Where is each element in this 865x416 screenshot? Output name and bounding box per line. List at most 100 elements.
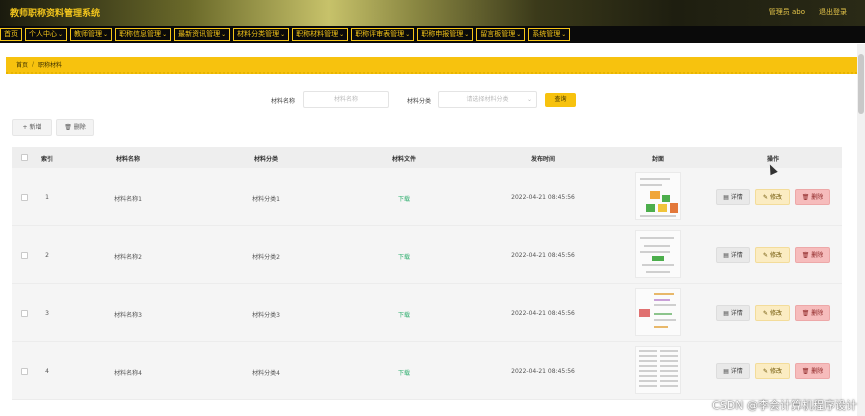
nav-label: 教师管理	[74, 30, 103, 38]
edit-button[interactable]: ✎ 修改	[755, 189, 790, 205]
table-row: 1 材料名称1 材料分类1 下载 2022-04-21 08:45:56 ▤ 详…	[12, 168, 842, 226]
row-time: 2022-04-21 08:45:56	[511, 252, 575, 259]
material-category-select[interactable]: 请选择材料分类 ⌄	[438, 91, 537, 108]
detail-button[interactable]: ▤ 详情	[716, 189, 750, 205]
material-name-label: 材料名称	[271, 98, 296, 105]
breadcrumb-current: 职称材料	[38, 62, 63, 69]
breadcrumb-home[interactable]: 首页	[16, 60, 28, 69]
download-link[interactable]: 下载	[398, 194, 410, 203]
cover-thumbnail[interactable]	[635, 172, 681, 220]
nav-item-material-category[interactable]: 材料分类管理 ⌄	[233, 28, 290, 41]
materials-table: 索引 材料名称 材料分类 材料文件 发布时间 封面 操作 1 材料名称1 材料分…	[12, 147, 842, 400]
row-checkbox[interactable]	[21, 310, 28, 317]
nav-item-home[interactable]: 首页	[0, 28, 22, 41]
edit-button[interactable]: ✎ 修改	[755, 247, 790, 263]
table-header: 索引 材料名称 材料分类 材料文件 发布时间 封面 操作	[12, 147, 842, 168]
row-checkbox[interactable]	[21, 368, 28, 375]
table-row: 3 材料名称3 材料分类3 下载 2022-04-21 08:45:56 ▤ 详…	[12, 284, 842, 342]
delete-button[interactable]: 🗑 删除	[795, 247, 830, 263]
chevron-down-icon: ⌄	[464, 31, 470, 38]
select-all-checkbox[interactable]	[21, 154, 28, 161]
add-button[interactable]: + 新增	[12, 119, 52, 136]
chevron-down-icon: ⌄	[280, 31, 286, 38]
app-title: 教师职称资料管理系统	[10, 9, 101, 19]
row-name: 材料名称2	[114, 254, 142, 261]
header-cover: 封面	[651, 156, 665, 163]
chevron-down-icon: ⌄	[162, 31, 168, 38]
row-category: 材料分类2	[252, 254, 280, 261]
row-index: 4	[45, 368, 49, 375]
row-checkbox[interactable]	[21, 252, 28, 259]
bulk-delete-button[interactable]: 🗑 删除	[56, 119, 94, 136]
breadcrumb: 首页 / 职称材料	[6, 57, 861, 74]
download-link[interactable]: 下载	[398, 310, 410, 319]
nav-label: 个人中心	[29, 30, 57, 38]
row-category: 材料分类4	[252, 370, 280, 377]
cover-thumbnail[interactable]	[635, 230, 681, 278]
row-name: 材料名称3	[114, 312, 142, 319]
main-nav: 首页 个人中心 ⌄ 教师管理 ⌄ 职称信息管理 ⌄ 最新资讯管理 ⌄ 材料分类管理 ⌄ 职…	[0, 26, 865, 43]
header-file: 材料文件	[391, 156, 417, 163]
row-name: 材料名称1	[114, 196, 142, 203]
edit-button[interactable]: ✎ 修改	[755, 363, 790, 379]
nav-item-review-form[interactable]: 职称评审表管理 ⌄	[351, 28, 415, 41]
nav-item-system[interactable]: 系统管理 ⌄	[528, 28, 571, 41]
table-row: 4 材料名称4 材料分类4 下载 2022-04-21 08:45:56 ▤ 详…	[12, 342, 842, 400]
header-time: 发布时间	[530, 156, 556, 163]
delete-button[interactable]: 🗑 删除	[795, 305, 830, 321]
cover-thumbnail[interactable]	[635, 346, 681, 394]
query-button[interactable]: 查询	[545, 93, 576, 107]
row-index: 1	[45, 194, 49, 201]
nav-item-teachers[interactable]: 教师管理 ⌄	[70, 28, 113, 41]
header-name: 材料名称	[115, 156, 141, 163]
detail-button[interactable]: ▤ 详情	[716, 305, 750, 321]
chevron-down-icon: ⌄	[516, 31, 522, 38]
row-index: 2	[45, 252, 49, 259]
material-name-input[interactable]: 材料名称	[303, 91, 389, 108]
nav-item-title-info[interactable]: 职称信息管理 ⌄	[115, 28, 172, 41]
chevron-down-icon: ⌄	[339, 31, 345, 38]
logout-link[interactable]: 退出登录	[819, 7, 847, 17]
row-index: 3	[45, 310, 49, 317]
detail-button[interactable]: ▤ 详情	[716, 247, 750, 263]
nav-label: 首页	[4, 30, 18, 38]
nav-label: 最新资讯管理	[178, 30, 221, 38]
table-row: 2 材料名称2 材料分类2 下载 2022-04-21 08:45:56 ▤ 详…	[12, 226, 842, 284]
current-user: 管理员 abo	[768, 8, 805, 16]
detail-button[interactable]: ▤ 详情	[716, 363, 750, 379]
nav-item-application[interactable]: 职称申报管理 ⌄	[417, 28, 474, 41]
delete-button[interactable]: 🗑 删除	[795, 363, 830, 379]
nav-item-news[interactable]: 最新资讯管理 ⌄	[174, 28, 231, 41]
category-select-placeholder: 请选择材料分类	[466, 96, 509, 103]
download-link[interactable]: 下载	[398, 368, 410, 377]
row-category: 材料分类1	[252, 196, 280, 203]
nav-label: 系统管理	[532, 30, 561, 38]
material-category-label: 材料分类	[407, 98, 432, 105]
row-name: 材料名称4	[114, 370, 142, 377]
delete-button[interactable]: 🗑 删除	[795, 189, 830, 205]
chevron-down-icon: ⌄	[561, 31, 567, 38]
chevron-down-icon: ⌄	[526, 96, 532, 103]
nav-item-title-material[interactable]: 职称材料管理 ⌄	[292, 28, 349, 41]
page-scrollbar[interactable]	[857, 44, 865, 416]
header-category: 材料分类	[253, 156, 279, 163]
download-link[interactable]: 下载	[398, 252, 410, 261]
edit-button[interactable]: ✎ 修改	[755, 305, 790, 321]
row-time: 2022-04-21 08:45:56	[511, 194, 575, 201]
row-checkbox[interactable]	[21, 194, 28, 201]
nav-label: 职称信息管理	[119, 30, 162, 38]
chevron-down-icon: ⌄	[221, 31, 227, 38]
watermark: CSDN @李会计算机程序设计	[712, 399, 857, 412]
chevron-down-icon: ⌄	[103, 31, 109, 38]
header-index: 索引	[40, 156, 54, 163]
nav-item-message-board[interactable]: 留言板管理 ⌄	[476, 28, 526, 41]
nav-label: 职称材料管理	[296, 30, 339, 38]
row-category: 材料分类3	[252, 312, 280, 319]
breadcrumb-separator: /	[32, 61, 35, 68]
nav-label: 职称申报管理	[421, 30, 464, 38]
row-time: 2022-04-21 08:45:56	[511, 310, 575, 317]
cover-thumbnail[interactable]	[635, 288, 681, 336]
search-bar: 材料名称 材料名称 材料分类 请选择材料分类 ⌄ 查询	[0, 91, 865, 109]
nav-item-personal[interactable]: 个人中心 ⌄	[25, 28, 68, 41]
scrollbar-thumb[interactable]	[858, 54, 864, 114]
